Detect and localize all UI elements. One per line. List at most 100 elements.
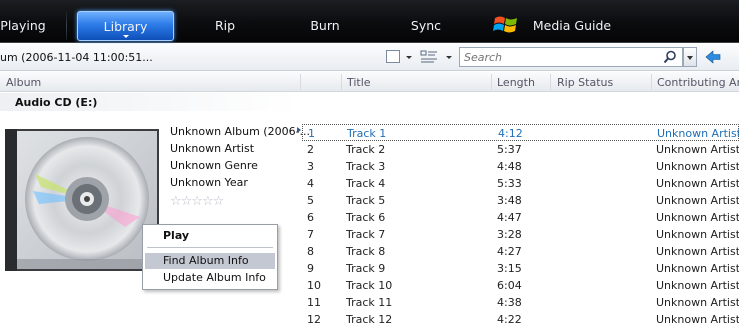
track-title: Track 6 [346, 211, 386, 224]
track-number: 6 [307, 211, 314, 224]
track-number: 1 [308, 127, 315, 140]
layout-options-icon[interactable] [386, 50, 400, 63]
breadcrumb[interactable]: um (2006-11-04 11:00:51... [0, 51, 153, 64]
back-arrow-icon[interactable] [705, 49, 721, 65]
table-row[interactable]: 6 Track 6 4:47 Unknown Artist [302, 209, 739, 226]
context-menu: Play Find Album Info Update Album Info [142, 224, 278, 290]
menu-separator [147, 247, 273, 248]
column-rip-status[interactable]: Rip Status [557, 76, 613, 89]
track-artist: Unknown Artist [656, 296, 739, 309]
table-row[interactable]: 7 Track 7 3:28 Unknown Artist [302, 226, 739, 243]
table-row[interactable]: 11 Track 11 4:38 Unknown Artist [302, 294, 739, 311]
group-title: Audio CD (E:) [15, 96, 98, 109]
album-year[interactable]: Unknown Year [170, 176, 248, 189]
column-divider[interactable] [651, 74, 652, 90]
tab-burn[interactable]: Burn [297, 11, 353, 41]
track-artist: Unknown Artist [656, 245, 739, 258]
tab-rip[interactable]: Rip [200, 11, 250, 41]
track-number: 9 [307, 262, 314, 275]
track-artist: Unknown Artist [657, 127, 739, 140]
play-indicator-icon [297, 127, 301, 133]
tab-sync[interactable]: Sync [398, 11, 454, 41]
track-title: Track 1 [347, 127, 387, 140]
track-length: 5:37 [497, 143, 522, 156]
track-artist: Unknown Artist [656, 279, 739, 292]
tab-separator [66, 12, 67, 40]
table-row[interactable]: 1 Track 1 4:12 Unknown Artist [302, 124, 739, 141]
track-artist: Unknown Artist [656, 194, 739, 207]
column-length[interactable]: Length [497, 76, 535, 89]
track-length: 4:12 [498, 127, 523, 140]
track-title: Track 10 [346, 279, 393, 292]
search-icon[interactable] [663, 50, 677, 64]
track-length: 3:28 [497, 228, 522, 241]
chevron-down-icon[interactable] [406, 56, 412, 59]
table-row[interactable]: 9 Track 9 3:15 Unknown Artist [302, 260, 739, 277]
view-options-icon[interactable] [420, 49, 438, 64]
track-length: 4:27 [497, 245, 522, 258]
chevron-down-icon[interactable] [122, 35, 129, 38]
chevron-down-icon[interactable] [446, 56, 452, 59]
album-name[interactable]: Unknown Album (2006-... [170, 125, 310, 138]
track-length: 4:47 [497, 211, 522, 224]
menu-item-play[interactable]: Play [145, 228, 275, 244]
column-divider[interactable] [300, 74, 301, 90]
top-navigation-bar: Playing Library Rip Burn Sync Media Guid… [0, 0, 739, 43]
search-box[interactable] [459, 47, 683, 67]
track-length: 5:33 [497, 177, 522, 190]
windows-logo-icon [493, 16, 517, 33]
track-artist: Unknown Artist [656, 177, 739, 190]
track-number: 4 [307, 177, 314, 190]
track-title: Track 5 [346, 194, 386, 207]
tab-library-label: Library [103, 19, 148, 34]
search-input[interactable] [464, 50, 654, 64]
column-contributing-artist[interactable]: Contributing Art [657, 76, 739, 89]
album-artist[interactable]: Unknown Artist [170, 142, 254, 155]
menu-item-find-album-info[interactable]: Find Album Info [145, 253, 275, 269]
tab-media-guide[interactable]: Media Guide [524, 11, 620, 41]
album-genre[interactable]: Unknown Genre [170, 159, 258, 172]
track-length: 3:15 [497, 262, 522, 275]
track-title: Track 11 [346, 296, 393, 309]
track-number: 3 [307, 160, 314, 173]
column-album[interactable]: Album [6, 76, 41, 89]
track-artist: Unknown Artist [656, 228, 739, 241]
table-row[interactable]: 12 Track 12 4:22 Unknown Artist [302, 311, 739, 328]
table-row[interactable]: 4 Track 4 5:33 Unknown Artist [302, 175, 739, 192]
table-row[interactable]: 8 Track 8 4:27 Unknown Artist [302, 243, 739, 260]
column-divider[interactable] [341, 74, 342, 90]
track-title: Track 7 [346, 228, 386, 241]
table-row[interactable]: 2 Track 2 5:37 Unknown Artist [302, 141, 739, 158]
menu-item-update-album-info[interactable]: Update Album Info [145, 270, 275, 286]
table-row[interactable]: 5 Track 5 3:48 Unknown Artist [302, 192, 739, 209]
track-length: 4:22 [497, 313, 522, 326]
track-title: Track 8 [346, 245, 386, 258]
track-title: Track 9 [346, 262, 386, 275]
tab-now-playing[interactable]: Playing [0, 11, 46, 41]
track-number: 8 [307, 245, 314, 258]
track-artist: Unknown Artist [656, 211, 739, 224]
table-row[interactable]: 10 Track 10 6:04 Unknown Artist [302, 277, 739, 294]
star-rating[interactable]: ☆☆☆☆☆ [170, 194, 224, 209]
column-divider[interactable] [550, 74, 551, 90]
track-artist: Unknown Artist [656, 313, 739, 326]
track-number: 5 [307, 194, 314, 207]
search-dropdown-button[interactable] [683, 47, 697, 67]
track-number: 7 [307, 228, 314, 241]
track-length: 4:38 [497, 296, 522, 309]
tab-library[interactable]: Library [77, 11, 174, 41]
group-header: Audio CD (E:) [0, 93, 300, 111]
track-number: 12 [307, 313, 321, 326]
track-length: 6:04 [497, 279, 522, 292]
column-divider[interactable] [491, 74, 492, 90]
address-toolbar: um (2006-11-04 11:00:51... [0, 44, 739, 71]
track-title: Track 12 [346, 313, 393, 326]
table-row[interactable]: 3 Track 3 4:48 Unknown Artist [302, 158, 739, 175]
album-art-cd-image[interactable] [5, 129, 159, 271]
column-title[interactable]: Title [347, 76, 371, 89]
track-artist: Unknown Artist [656, 160, 739, 173]
track-number: 2 [307, 143, 314, 156]
track-artist: Unknown Artist [656, 143, 739, 156]
track-title: Track 4 [346, 177, 386, 190]
track-title: Track 3 [346, 160, 386, 173]
